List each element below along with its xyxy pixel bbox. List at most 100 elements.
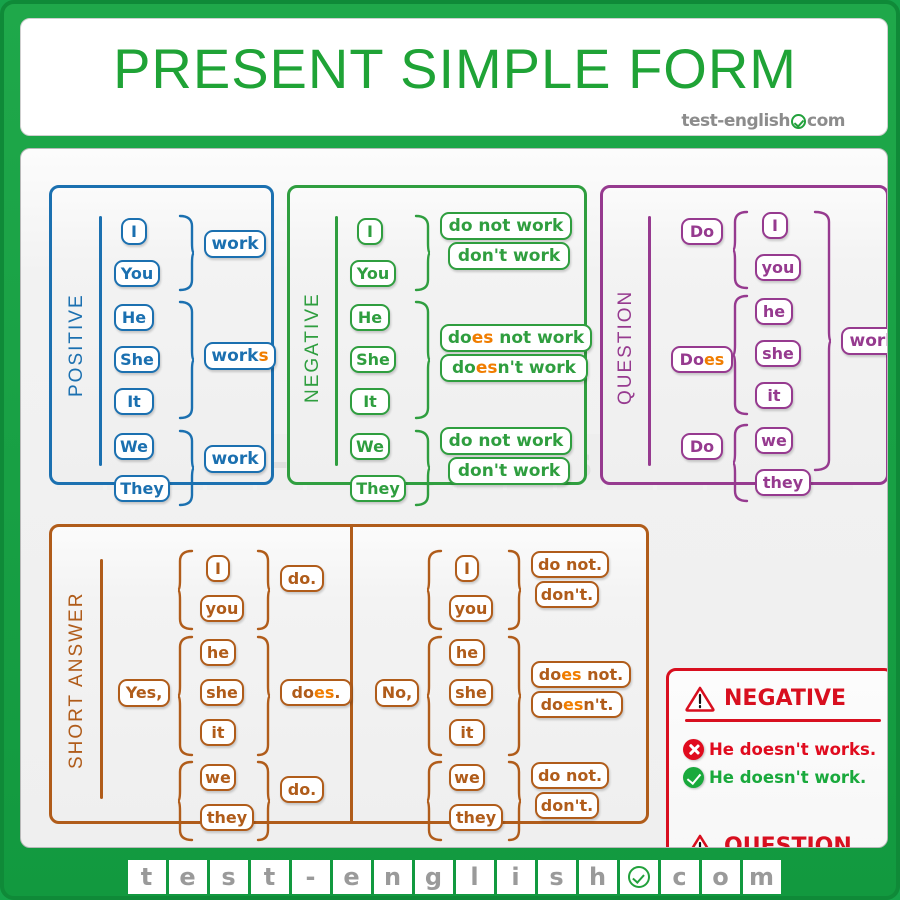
warning-triangle-icon (685, 686, 715, 712)
footer-letter: t (127, 860, 166, 894)
warning-rule (685, 719, 881, 722)
subject-chip: It (350, 388, 390, 415)
common-mistakes-card: NEGATIVE He doesn't works. He doesn't work… (666, 668, 887, 848)
group-brace-icon (426, 635, 443, 757)
auxiliary-chip: Do (681, 433, 723, 460)
group-brace-icon (732, 423, 749, 503)
no-full-form-chip: do not. (531, 762, 609, 789)
subject-chip: It (114, 388, 154, 415)
subject-chip: they (449, 804, 503, 831)
subject-chip: they (200, 804, 254, 831)
subject-chip: We (350, 433, 390, 460)
group-brace-icon (177, 760, 194, 842)
footer-letter: g (414, 860, 453, 894)
subject-chip: it (755, 382, 793, 409)
short-answer-chip: do. (280, 565, 324, 592)
warning-heading: NEGATIVE (685, 685, 846, 712)
group-brace-icon (178, 300, 195, 420)
footer-letter: t (250, 860, 289, 894)
no-contraction-chip: don't. (535, 792, 599, 819)
footer-letter: s (537, 860, 576, 894)
subject-chip: I (206, 555, 230, 582)
answer-brace-icon (256, 635, 271, 757)
subject-chip: They (350, 475, 406, 502)
warning-heading: QUESTION (685, 833, 852, 848)
footer-icon-box (619, 860, 658, 894)
group-brace-icon (426, 760, 443, 842)
question-divider (648, 216, 651, 466)
subject-chip: we (200, 764, 236, 791)
content-panel: test-englishcom POSITIVEIYouHeSheItWeThe… (20, 148, 888, 848)
group-brace-icon (732, 210, 749, 290)
logo-text-right: com (807, 111, 845, 131)
subject-chip: She (114, 346, 160, 373)
short-answer-chip: do. (280, 776, 324, 803)
verb-chip: work (204, 445, 266, 473)
yes-lead-chip: Yes, (118, 679, 170, 707)
header-banner: PRESENT SIMPLE FORM test-english com (20, 18, 888, 136)
negative-full-form-chip: does not work (440, 324, 592, 352)
subject-chip: she (755, 340, 801, 367)
short-answer-section-label: SHORT ANSWER (66, 591, 87, 769)
subject-chip: you (449, 595, 493, 622)
answer-brace-icon (507, 549, 522, 631)
subject-chip: she (449, 679, 493, 706)
group-brace-icon (414, 300, 431, 420)
subject-chip: you (200, 595, 244, 622)
correct-example-text: He doesn't work. (709, 768, 867, 787)
no-lead-chip: No, (375, 679, 419, 707)
verb-chip: work (204, 230, 266, 258)
footer-letter: m (742, 860, 781, 894)
short-answer-chip: does. (280, 679, 352, 706)
footer-letter: s (209, 860, 248, 894)
correct-example: He doesn't work. (683, 767, 866, 788)
subject-chip: we (449, 764, 485, 791)
outer-brace-icon (813, 210, 832, 472)
negative-contraction-chip: don't work (448, 457, 570, 485)
group-brace-icon (426, 549, 443, 631)
footer-brand-bar: test-englishcom (20, 856, 888, 898)
subject-chip: it (200, 719, 236, 746)
negative-section-label: NEGATIVE (302, 292, 323, 403)
group-brace-icon (414, 429, 431, 507)
footer-letter: i (496, 860, 535, 894)
subject-chip: I (762, 212, 788, 239)
group-brace-icon (177, 635, 194, 757)
negative-divider (335, 216, 338, 466)
footer-letter: e (168, 860, 207, 894)
footer-letter: c (660, 860, 699, 894)
group-brace-icon (178, 429, 195, 507)
footer-letter: - (291, 860, 330, 894)
footer-letter: e (332, 860, 371, 894)
page-title: PRESENT SIMPLE FORM (113, 37, 797, 100)
x-badge-icon (683, 739, 704, 760)
footer-letter: n (373, 860, 412, 894)
warning-heading-label: NEGATIVE (724, 686, 847, 711)
subject-chip: he (200, 639, 236, 666)
no-full-form-chip: does not. (531, 661, 631, 688)
subject-chip: I (121, 218, 147, 245)
subject-chip: we (755, 427, 793, 454)
subject-chip: You (114, 260, 160, 287)
column-separator (350, 527, 353, 821)
subject-chip: I (455, 555, 479, 582)
subject-chip: it (449, 719, 485, 746)
negative-contraction-chip: don't work (448, 242, 570, 270)
check-circle-icon (791, 113, 807, 129)
subject-chip: He (114, 304, 154, 331)
subject-chip: She (350, 346, 396, 373)
positive-section-label: POSITIVE (66, 293, 87, 397)
positive-divider (99, 216, 102, 466)
group-brace-icon (178, 214, 195, 292)
warning-triangle-icon (691, 834, 709, 847)
warning-heading-label: QUESTION (724, 834, 852, 848)
auxiliary-chip: Does (671, 346, 733, 373)
poster-frame: PRESENT SIMPLE FORM test-english com tes… (0, 0, 900, 900)
subject-chip: you (755, 254, 801, 281)
subject-chip: They (114, 475, 170, 502)
footer-letter: h (578, 860, 617, 894)
short-answer-card: SHORT ANSWER Yes, Iyou do. he she it does. we the… (49, 524, 649, 842)
answer-brace-icon (507, 635, 522, 757)
question-section-label: QUESTION (615, 289, 636, 406)
subject-chip: they (755, 469, 811, 496)
